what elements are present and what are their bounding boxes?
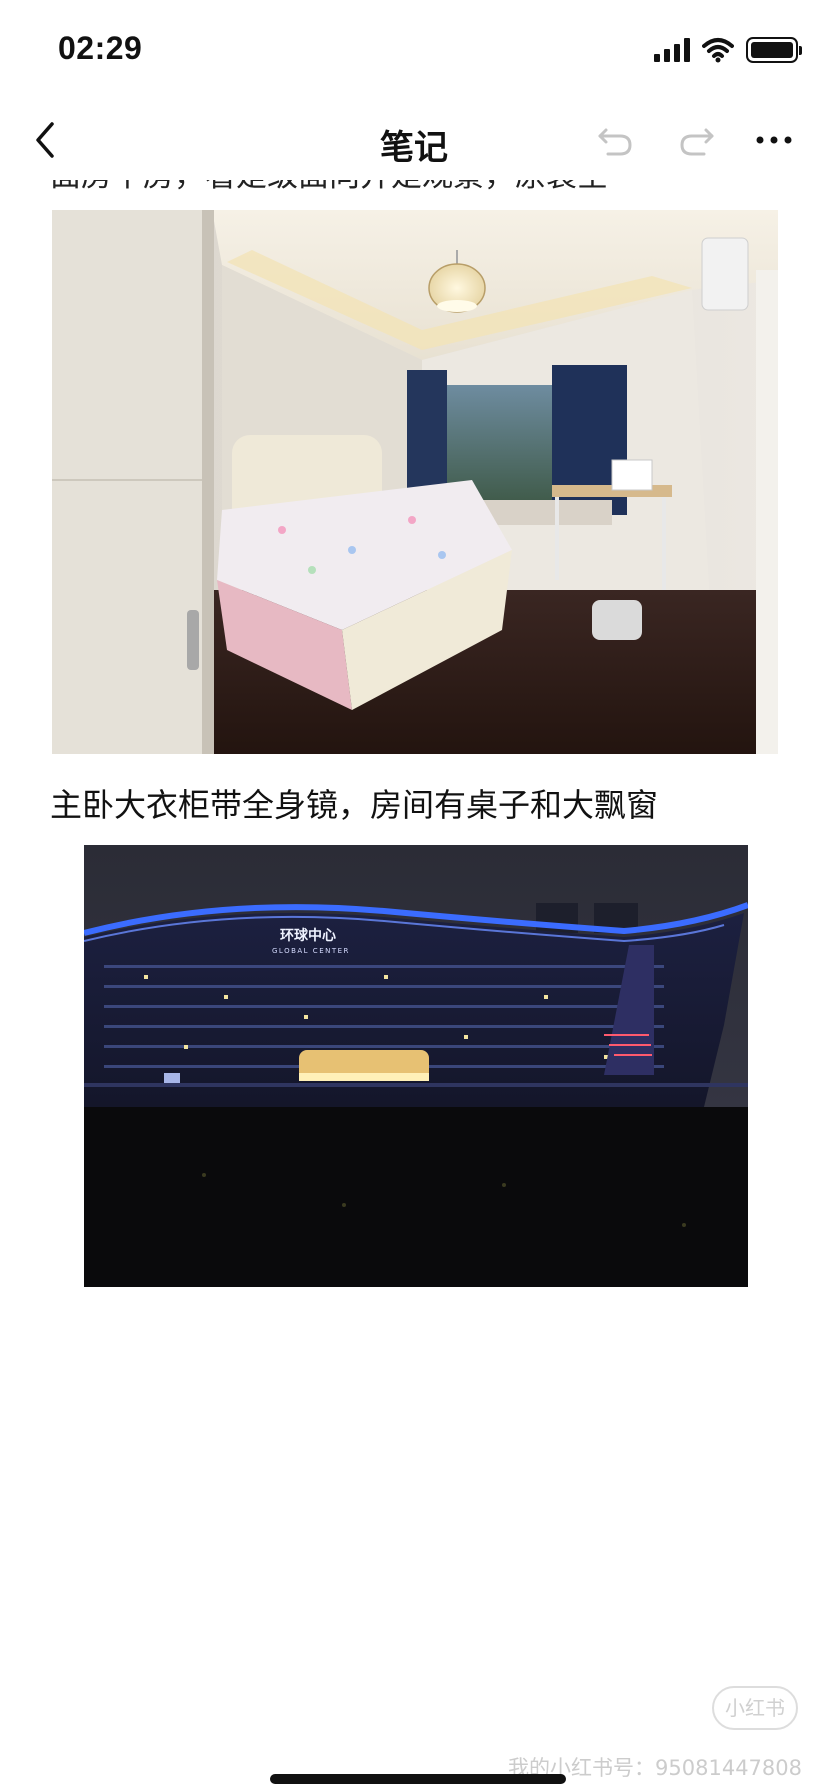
building-sign-en: GLOBAL CENTER xyxy=(272,947,350,955)
more-icon[interactable] xyxy=(752,120,796,160)
undo-icon[interactable] xyxy=(594,120,638,160)
battery-icon xyxy=(746,37,802,63)
night-building-photo[interactable]: 环球中心 GLOBAL CENTER xyxy=(84,845,748,1287)
note-content[interactable]: 面房中房，看是级面向并是观景，原装空 xyxy=(0,180,828,1780)
status-bar: 02:29 xyxy=(0,0,828,100)
bedroom-photo[interactable] xyxy=(52,210,778,754)
watermark-logo: 小红书 xyxy=(712,1686,798,1730)
status-icons xyxy=(654,36,802,64)
home-indicator[interactable] xyxy=(270,1774,566,1784)
wifi-icon xyxy=(702,38,734,63)
clipped-text-line: 面房中房，看是级面向并是观景，原装空 xyxy=(50,180,608,195)
redo-icon[interactable] xyxy=(674,120,718,160)
photo-caption: 主卧大衣柜带全身镜，房间有桌子和大飘窗 xyxy=(50,786,659,824)
building-sign-cn: 环球中心 xyxy=(280,927,336,944)
signal-icon xyxy=(654,38,690,62)
status-time: 02:29 xyxy=(58,30,143,66)
nav-bar: 笔记 xyxy=(0,100,828,180)
